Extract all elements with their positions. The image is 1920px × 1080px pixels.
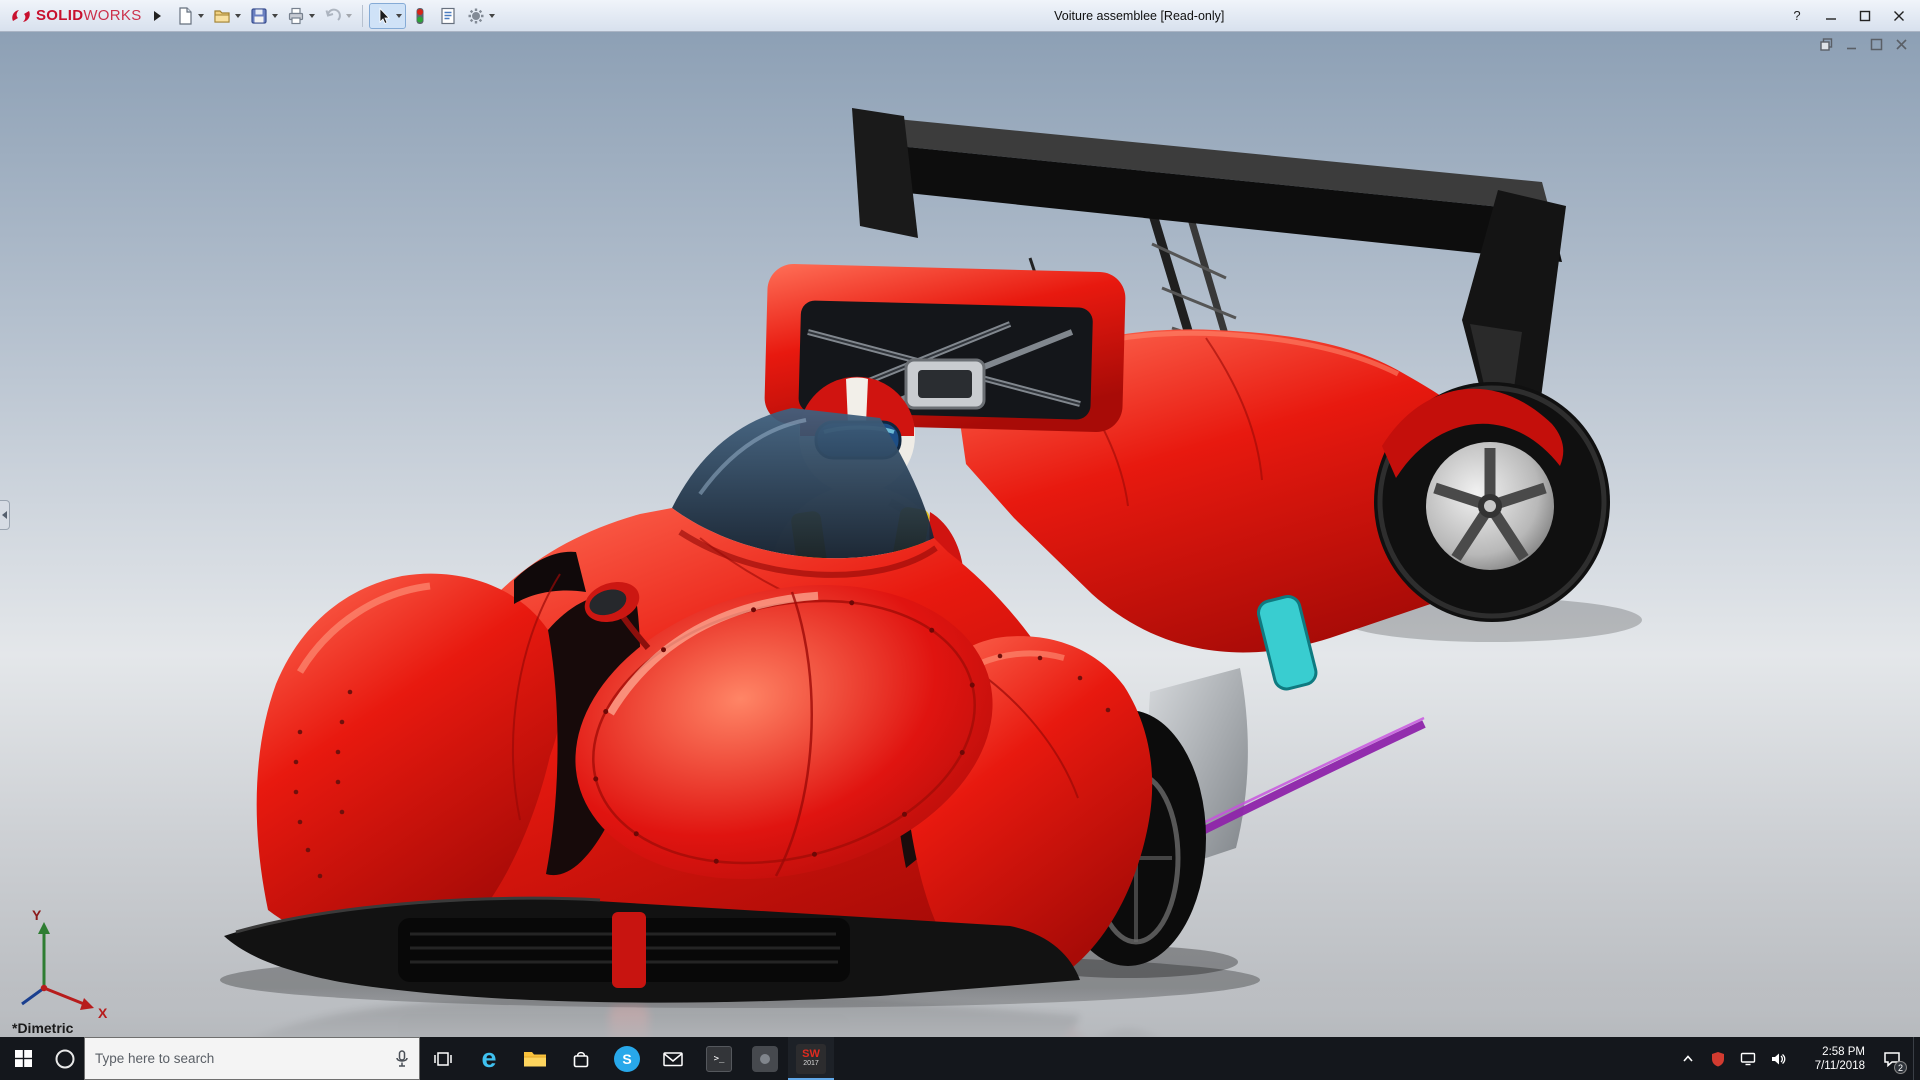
help-glyph: ? [1793,8,1800,23]
skype-icon: S [614,1046,640,1072]
show-desktop-button[interactable] [1913,1037,1920,1080]
mail-button[interactable] [650,1037,696,1080]
file-properties-icon [438,6,458,26]
file-properties-button[interactable] [434,3,462,29]
app-icon [752,1046,778,1072]
select-caret-icon [396,14,402,18]
task-view-icon [433,1049,453,1069]
volume-tray-button[interactable] [1763,1037,1793,1080]
toolbar-separator [362,5,363,27]
doc-close-button[interactable] [1893,37,1910,52]
edge-button[interactable]: e [466,1037,512,1080]
window-title: Voiture assemblee [Read-only] [499,9,1780,23]
solidworks-taskbar-button[interactable]: SW 2017 [788,1037,834,1080]
print-caret-icon [309,14,315,18]
doc-maximize-button[interactable] [1868,37,1885,52]
taskbar-search[interactable] [84,1037,420,1080]
rebuild-stoplight-icon [410,6,430,26]
minimize-icon [1825,10,1837,22]
windows-logo-icon [15,1050,32,1067]
command-prompt-icon: >_ [706,1046,732,1072]
notification-badge: 2 [1894,1061,1907,1074]
solidworks-swirl-icon [10,7,32,25]
title-bar: SOLIDWORKS [0,0,1920,32]
brand-text-bold: SOLID [36,7,83,24]
cortana-button[interactable] [46,1037,84,1080]
select-arrow-icon [373,6,393,26]
store-button[interactable] [558,1037,604,1080]
search-input[interactable] [95,1051,387,1066]
skype-glyph: S [622,1051,631,1067]
skype-button[interactable]: S [604,1037,650,1080]
app-button[interactable] [742,1037,788,1080]
file-explorer-button[interactable] [512,1037,558,1080]
command-prompt-button[interactable]: >_ [696,1037,742,1080]
sw-year: 2017 [803,1060,819,1068]
scene-canvas[interactable]: Y X [0,32,1920,1037]
select-button[interactable] [369,3,406,29]
save-button[interactable] [245,3,282,29]
save-floppy-icon [249,6,269,26]
graphics-viewport[interactable]: Y X *Dimetric [0,32,1920,1037]
open-folder-icon [212,6,232,26]
doc-restore-button[interactable] [1818,37,1835,52]
new-document-button[interactable] [171,3,208,29]
open-button[interactable] [208,3,245,29]
print-button[interactable] [282,3,319,29]
new-document-caret-icon [198,14,204,18]
view-orientation-label: *Dimetric [12,1020,73,1036]
x-axis-label: X [98,1005,108,1021]
chevron-up-icon [1681,1052,1695,1066]
clock-time: 2:58 PM [1822,1045,1865,1059]
maximize-icon [1859,10,1871,22]
new-document-icon [175,6,195,26]
store-bag-icon [571,1049,591,1069]
maximize-button[interactable] [1848,0,1882,31]
undo-button[interactable] [319,3,356,29]
display-tray-button[interactable] [1733,1037,1763,1080]
close-icon [1893,10,1905,22]
edge-icon: e [481,1045,496,1072]
volume-icon [1770,1052,1786,1066]
cmd-glyph: >_ [714,1054,725,1064]
help-button[interactable]: ? [1780,0,1814,31]
menu-expand-arrow-icon[interactable] [154,11,161,21]
undo-caret-icon [346,14,352,18]
save-caret-icon [272,14,278,18]
open-caret-icon [235,14,241,18]
taskbar-clock[interactable]: 2:58 PM 7/11/2018 [1793,1037,1871,1080]
action-center-button[interactable]: 2 [1871,1037,1913,1080]
rebuild-button[interactable] [406,3,434,29]
cortana-circle-icon [54,1048,76,1070]
close-button[interactable] [1882,0,1916,31]
chevron-left-icon [2,511,7,519]
microphone-icon[interactable] [395,1050,409,1068]
document-window-controls [1818,37,1910,52]
options-button[interactable] [462,3,499,29]
undo-icon [323,6,343,26]
options-gear-icon [466,6,486,26]
doc-minimize-button[interactable] [1843,37,1860,52]
solidworks-app-icon: SW 2017 [796,1044,826,1074]
shield-icon [1711,1051,1725,1067]
clock-date: 7/11/2018 [1815,1059,1865,1073]
brand-text-light: WORKS [83,7,141,24]
tray-expand-button[interactable] [1673,1037,1703,1080]
y-axis-label: Y [32,907,42,923]
display-icon [1740,1052,1756,1066]
reflection-fade [0,988,1920,1037]
solidworks-logo[interactable]: SOLIDWORKS [4,0,148,31]
print-icon [286,6,306,26]
sw-label: SW [802,1049,820,1060]
panel-collapse-tab[interactable] [0,500,10,530]
task-view-button[interactable] [420,1037,466,1080]
security-tray-button[interactable] [1703,1037,1733,1080]
minimize-button[interactable] [1814,0,1848,31]
start-button[interactable] [0,1037,46,1080]
taskbar: e S >_ SW 2017 [0,1037,1920,1080]
system-tray: 2:58 PM 7/11/2018 2 [1673,1037,1920,1080]
mail-icon [662,1050,684,1068]
file-explorer-icon [523,1049,547,1069]
options-caret-icon [489,14,495,18]
